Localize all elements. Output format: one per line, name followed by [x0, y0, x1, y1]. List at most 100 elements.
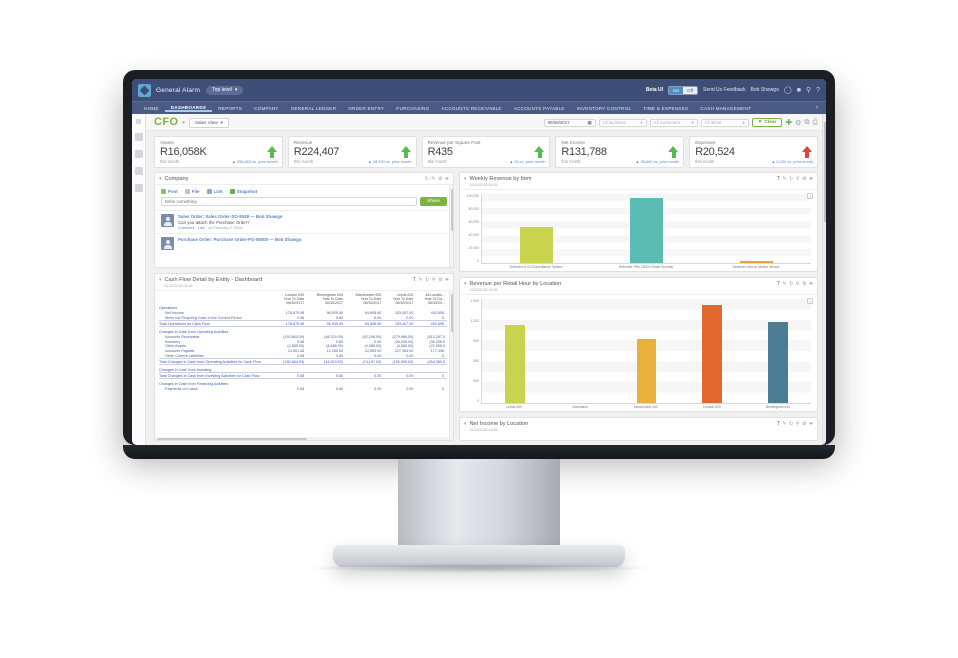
- date-input[interactable]: 06/08/2017 ▦: [543, 118, 596, 127]
- nav-item-time-expenses[interactable]: TIME & EXPENSES: [637, 106, 694, 111]
- gear-icon[interactable]: ⚙: [438, 277, 442, 283]
- download-icon[interactable]: ⇩: [807, 297, 813, 304]
- table-scroll-thumb[interactable]: [450, 293, 453, 332]
- workspace-scrollbar[interactable]: [822, 114, 826, 445]
- search-icon[interactable]: ⚲: [432, 277, 436, 283]
- kpi-card-net-income[interactable]: Net Income R131,788 this month ▲ 38,840 …: [555, 136, 685, 168]
- table-horizontal-scrollbar[interactable]: [155, 437, 449, 440]
- edit-icon[interactable]: ✎: [418, 277, 422, 283]
- kpi-card-assets[interactable]: Assets R16,058K this month ▲ 258,663 vs.…: [154, 136, 283, 168]
- book-icon[interactable]: ■: [797, 87, 801, 94]
- refresh-icon[interactable]: ↻: [789, 281, 793, 287]
- toggle-on-option[interactable]: On: [669, 86, 684, 94]
- bar[interactable]: [768, 322, 788, 403]
- panel-collapse-icon[interactable]: ▾: [464, 421, 467, 427]
- download-icon[interactable]: ⇩: [807, 192, 813, 199]
- bar[interactable]: [739, 261, 773, 263]
- workspace-scroll-thumb[interactable]: [823, 122, 826, 222]
- nav-item-accounts-payable[interactable]: ACCOUNTS PAYABLE: [508, 106, 571, 111]
- nav-more-icon[interactable]: ›: [816, 105, 820, 111]
- search-icon[interactable]: ⚲: [796, 281, 800, 287]
- kpi-card-revenue-per-square-foot[interactable]: Revenue per Square Foot R435 this month …: [421, 136, 551, 168]
- help-icon[interactable]: ?: [816, 87, 820, 94]
- table-row[interactable]: Payments on Loans 0.08 0.80 0.00 0.00 0.: [159, 386, 447, 391]
- rail-settings-icon[interactable]: [134, 184, 143, 192]
- user-name[interactable]: Bob Shawgo: [751, 87, 779, 93]
- toggle-off-option[interactable]: Off: [683, 86, 697, 94]
- gear-icon[interactable]: ⚙: [802, 281, 806, 287]
- feed-scrollbar[interactable]: [449, 185, 453, 267]
- send-feedback-link[interactable]: Send Us Feedback: [703, 87, 746, 93]
- table-hscroll-thumb[interactable]: [157, 437, 307, 440]
- nav-item-accounts-receivable[interactable]: ACCOUNTS RECEIVABLE: [435, 106, 507, 111]
- search-icon[interactable]: ⚲: [796, 176, 800, 182]
- cash-flow-table-container[interactable]: London #30 Year To Date 06/30/2017 Birmi…: [155, 289, 453, 440]
- rail-favorites-icon[interactable]: [134, 133, 143, 141]
- delete-icon[interactable]: ⎈: [809, 281, 813, 287]
- add-icon[interactable]: ✚: [785, 118, 792, 127]
- delete-icon[interactable]: ⎈: [809, 421, 813, 427]
- table-vertical-scrollbar[interactable]: [449, 290, 453, 440]
- rail-recent-icon[interactable]: [134, 150, 143, 158]
- share-button[interactable]: Share: [420, 197, 447, 206]
- customers-select[interactable]: All customers ▾: [649, 118, 698, 127]
- delete-icon[interactable]: ⎈: [445, 277, 449, 283]
- feed-comment-link[interactable]: Comment: [178, 226, 194, 230]
- print-icon[interactable]: ⎙: [812, 119, 818, 127]
- feed-action-file[interactable]: File: [184, 189, 200, 194]
- nav-item-reports[interactable]: REPORTS: [212, 106, 248, 111]
- bar[interactable]: [630, 198, 663, 263]
- gear-icon[interactable]: ⚙: [438, 176, 442, 182]
- feed-like-link[interactable]: Like: [198, 226, 205, 230]
- bar[interactable]: [520, 227, 554, 263]
- search-icon[interactable]: ⚲: [796, 421, 800, 427]
- copy-icon[interactable]: ⧉: [804, 119, 809, 127]
- filter-icon[interactable]: T: [777, 176, 780, 182]
- clear-filters-button[interactable]: ▼ Clear: [751, 118, 783, 127]
- nav-item-order-entry[interactable]: ORDER ENTRY: [342, 106, 390, 111]
- refresh-icon[interactable]: ↻: [425, 277, 429, 283]
- feed-item[interactable]: Sales Order: Sales Order-SO-8048 — Bob S…: [155, 210, 453, 233]
- feed-item-title[interactable]: Sales Order: Sales Order-SO-8048 — Bob S…: [178, 214, 282, 219]
- feed-compose-input[interactable]: [161, 197, 418, 206]
- edit-icon[interactable]: ✎: [782, 176, 786, 182]
- gear-icon[interactable]: ⚙: [802, 176, 806, 182]
- bar[interactable]: [505, 324, 525, 403]
- panel-collapse-icon[interactable]: ▾: [159, 176, 162, 182]
- feed-action-snapshot[interactable]: Snapshot: [229, 189, 257, 194]
- nav-item-home[interactable]: HOME: [138, 106, 165, 111]
- delete-icon[interactable]: ⎈: [809, 176, 813, 182]
- filter-icon[interactable]: T: [413, 277, 416, 283]
- kpi-card-revenue[interactable]: Revenue R224,407 this month ▲ 18,934 vs.…: [287, 136, 417, 168]
- chat-icon[interactable]: ◯: [784, 86, 792, 94]
- nav-item-purchasing[interactable]: PURCHASING: [390, 106, 435, 111]
- view-selector[interactable]: Sales View ▾: [188, 117, 229, 128]
- feed-item[interactable]: Purchase Order: Purchase Order-PO-08000 …: [155, 233, 453, 253]
- nav-item-general-ledger[interactable]: GENERAL LEDGER: [285, 106, 342, 111]
- gear-icon[interactable]: ⚙: [802, 421, 806, 427]
- feed-action-post[interactable]: Post: [161, 189, 178, 194]
- locations-select[interactable]: All locations ▾: [598, 118, 647, 127]
- nav-item-company[interactable]: COMPANY: [248, 106, 285, 111]
- delete-icon[interactable]: ⎈: [445, 176, 449, 182]
- rail-collapse-icon[interactable]: [136, 119, 141, 124]
- search-icon[interactable]: ⚲: [806, 86, 811, 94]
- nav-item-dashboards[interactable]: DASHBOARDS: [164, 105, 213, 112]
- refresh-icon[interactable]: ↻: [789, 421, 793, 427]
- panel-collapse-icon[interactable]: ▾: [159, 277, 162, 283]
- calendar-icon[interactable]: ▦: [588, 120, 592, 126]
- kpi-card-expenses[interactable]: Expenses R20,524 this month ▲ 8,200 vs. …: [689, 136, 818, 168]
- rail-dashboards-icon[interactable]: [134, 167, 143, 175]
- gear-icon[interactable]: ⚙: [795, 119, 801, 127]
- scope-selector[interactable]: Top level ▾: [206, 85, 244, 95]
- beta-ui-toggle[interactable]: On Off: [668, 85, 698, 95]
- page-collapse-icon[interactable]: ▾: [182, 120, 185, 126]
- nav-item-cash-management[interactable]: CASH MANAGEMENT: [694, 106, 757, 111]
- bar[interactable]: [702, 305, 723, 403]
- feed-action-link[interactable]: Link: [206, 189, 223, 194]
- edit-icon[interactable]: ✎: [782, 281, 786, 287]
- refresh-icon[interactable]: ↻: [789, 176, 793, 182]
- panel-collapse-icon[interactable]: ▾: [464, 281, 467, 287]
- bar[interactable]: [636, 339, 657, 403]
- filter-icon[interactable]: T: [777, 281, 780, 287]
